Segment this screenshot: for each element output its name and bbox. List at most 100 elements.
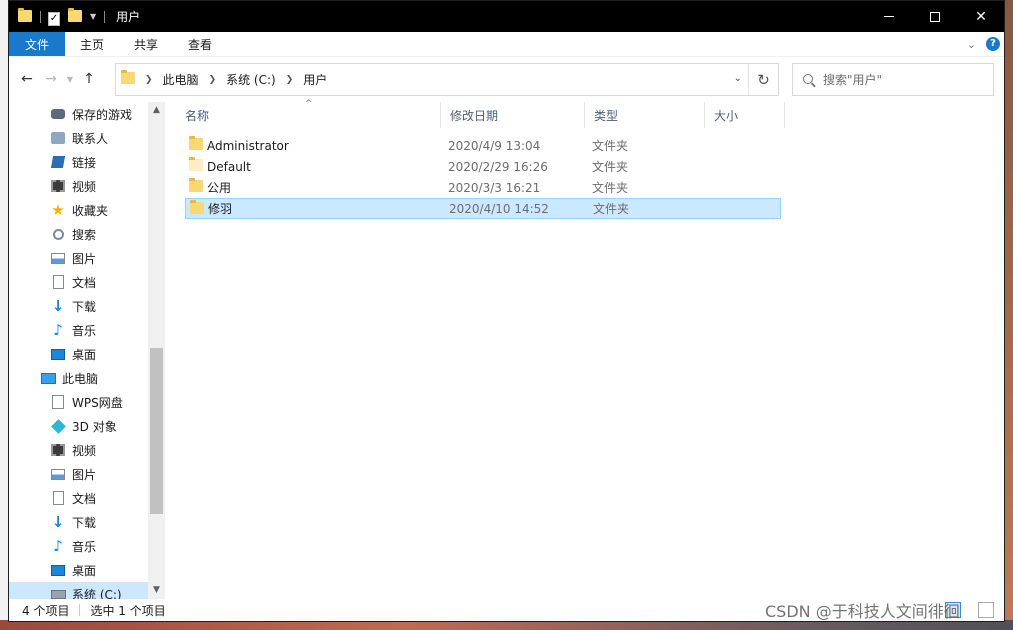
downloads-icon: ↓ (51, 513, 65, 531)
breadcrumb-separator-icon[interactable]: ❯ (209, 75, 217, 85)
nav-item-label: 搜索 (72, 227, 97, 242)
main-content: 保存的游戏 联系人 链接 视频 ★ 收藏夹 搜索 图片 文档 ↓ 下载 ♪ 音乐… (9, 99, 1004, 599)
file-name: 公用 (207, 181, 232, 195)
up-arrow-icon[interactable]: ↑ (77, 71, 101, 87)
breadcrumb-separator-icon[interactable]: ❯ (286, 75, 294, 85)
close-icon: ✕ (975, 8, 987, 25)
nav-item-label: 收藏夹 (72, 203, 109, 218)
nav-item-pictures[interactable]: 图片 (9, 462, 165, 486)
column-header-modified[interactable]: 修改日期 (440, 102, 584, 128)
nav-item-this-pc[interactable]: 此电脑 (9, 366, 165, 390)
nav-item-searches[interactable]: 搜索 (9, 222, 165, 246)
nav-item-label: 视频 (72, 443, 97, 458)
refresh-button[interactable]: ↻ (748, 64, 778, 95)
nav-item-desktop[interactable]: 桌面 (9, 558, 165, 582)
tab-share[interactable]: 共享 (119, 32, 173, 56)
nav-item-wps-cloud[interactable]: WPS网盘 (9, 390, 165, 414)
nav-item-label: 链接 (72, 155, 97, 170)
file-name: Administrator (207, 138, 289, 153)
nav-pane-scrollbar[interactable]: ▲ ▼ (148, 102, 165, 599)
details-view-icon[interactable] (945, 602, 961, 618)
music-icon: ♪ (53, 537, 63, 555)
address-bar[interactable]: ❯ 此电脑 ❯ 系统 (C:) ❯ 用户 ⌄ ↻ (115, 63, 779, 96)
file-row-selected[interactable]: 修羽 2020/4/10 14:52 文件夹 (185, 198, 781, 219)
help-icon[interactable]: ? (986, 37, 1000, 51)
file-type: 文件夹 (592, 139, 629, 153)
nav-item-documents[interactable]: 文档 (9, 486, 165, 510)
search-placeholder: 搜索"用户" (823, 73, 883, 87)
tab-home[interactable]: 主页 (65, 32, 119, 56)
properties-icon[interactable]: ✓ (48, 10, 62, 26)
favorites-star-icon: ★ (51, 201, 65, 219)
nav-item-label: 联系人 (72, 131, 109, 146)
title-bar: ✓ ▼ 用户 ✕ (9, 1, 1004, 32)
nav-item-music[interactable]: ♪ 音乐 (9, 318, 165, 342)
scroll-thumb[interactable] (150, 348, 163, 514)
breadcrumb-separator-icon[interactable]: ❯ (145, 75, 153, 85)
nav-item-label: 文档 (72, 491, 97, 506)
expand-ribbon-chevron-icon[interactable]: ⌄ (967, 38, 976, 51)
maximize-button[interactable] (912, 1, 958, 32)
file-row[interactable]: Administrator 2020/4/9 13:04 文件夹 (185, 135, 781, 156)
column-header-name[interactable]: 名称 (175, 102, 441, 128)
nav-item-pictures[interactable]: 图片 (9, 246, 165, 270)
file-explorer-window: ✓ ▼ 用户 ✕ 文件 主页 共享 查看 ⌄ ? ← → ▼ ↑ ❯ 此电脑 ❯… (8, 0, 1005, 622)
file-row[interactable]: Default 2020/2/29 16:26 文件夹 (185, 156, 781, 177)
saved-games-icon (50, 106, 66, 122)
back-arrow-icon[interactable]: ← (15, 71, 39, 87)
video-icon (50, 178, 66, 194)
scroll-up-icon[interactable]: ▲ (148, 102, 165, 119)
nav-item-downloads[interactable]: ↓ 下载 (9, 294, 165, 318)
large-icons-view-icon[interactable] (978, 602, 994, 618)
documents-icon (50, 274, 66, 290)
tab-view[interactable]: 查看 (173, 32, 227, 56)
nav-item-favorites[interactable]: ★ 收藏夹 (9, 198, 165, 222)
window-title: 用户 (116, 10, 141, 24)
breadcrumb-system-drive[interactable]: 系统 (C:) (226, 71, 276, 88)
nav-item-links[interactable]: 链接 (9, 150, 165, 174)
address-history-chevron-icon[interactable]: ⌄ (734, 73, 742, 84)
desktop-background-edge (0, 0, 8, 630)
nav-item-saved-games[interactable]: 保存的游戏 (9, 102, 165, 126)
folder-icon (190, 200, 204, 217)
close-button[interactable]: ✕ (958, 1, 1004, 32)
item-count: 4 个项目 (22, 603, 70, 618)
file-name: Default (207, 159, 251, 174)
file-modified: 2020/2/29 16:26 (448, 159, 548, 174)
forward-arrow-icon[interactable]: → (39, 71, 63, 87)
refresh-icon: ↻ (757, 70, 770, 89)
nav-item-documents[interactable]: 文档 (9, 270, 165, 294)
folder-icon (189, 157, 203, 174)
minimize-button[interactable] (866, 1, 912, 32)
searches-icon (50, 226, 66, 242)
new-folder-icon[interactable] (68, 7, 82, 24)
scroll-down-icon[interactable]: ▼ (148, 582, 165, 599)
column-header-size[interactable]: 大小 (704, 102, 784, 128)
nav-item-label: 音乐 (72, 539, 97, 554)
file-name: 修羽 (208, 202, 233, 216)
breadcrumb-users[interactable]: 用户 (303, 71, 327, 88)
nav-item-downloads[interactable]: ↓ 下载 (9, 510, 165, 534)
tab-file[interactable]: 文件 (9, 32, 66, 56)
nav-item-videos[interactable]: 视频 (9, 438, 165, 462)
file-list: ^ 名称 修改日期 类型 大小 Administrator 2020/4/9 1… (175, 99, 1004, 599)
nav-item-contacts[interactable]: 联系人 (9, 126, 165, 150)
nav-item-label: 桌面 (72, 347, 97, 362)
breadcrumb-this-pc[interactable]: 此电脑 (163, 71, 199, 88)
status-divider (79, 604, 81, 616)
nav-item-label: 文档 (72, 275, 97, 290)
file-row[interactable]: 公用 2020/3/3 16:21 文件夹 (185, 177, 781, 198)
nav-item-system-drive[interactable]: 系统 (C:) (9, 582, 165, 599)
nav-item-3d-objects[interactable]: 3D 对象 (9, 414, 165, 438)
recent-locations-chevron-icon[interactable]: ▼ (63, 75, 77, 84)
column-header-type[interactable]: 类型 (584, 102, 704, 128)
status-bar: 4 个项目 选中 1 个项目 (9, 599, 1004, 621)
nav-item-music[interactable]: ♪ 音乐 (9, 534, 165, 558)
nav-item-desktop[interactable]: 桌面 (9, 342, 165, 366)
nav-item-videos[interactable]: 视频 (9, 174, 165, 198)
selection-count: 选中 1 个项目 (90, 603, 166, 618)
pictures-icon (50, 250, 66, 266)
search-box[interactable]: 搜索"用户" (792, 63, 994, 96)
customize-toolbar-chevron-icon[interactable]: ▼ (90, 12, 96, 21)
column-divider[interactable] (784, 102, 785, 128)
